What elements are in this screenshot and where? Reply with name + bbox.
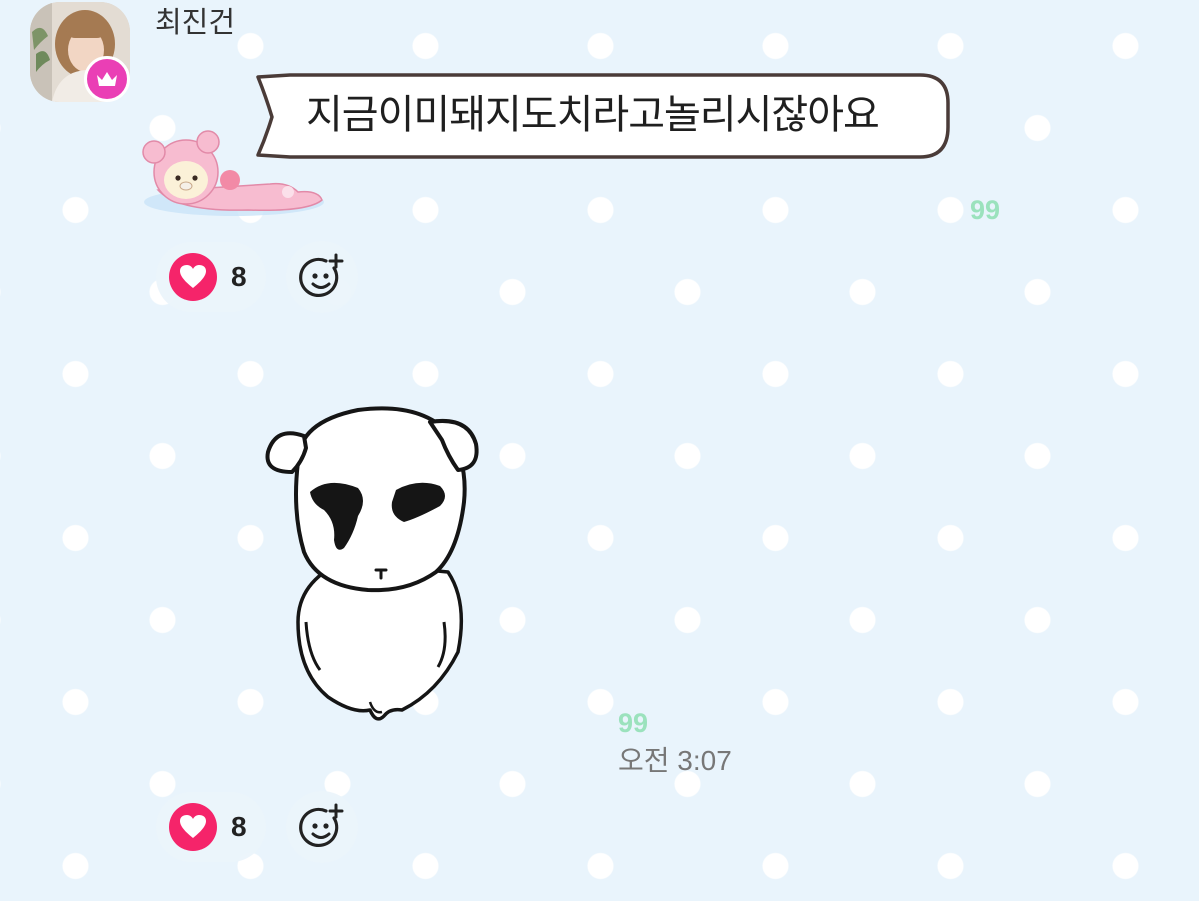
heart-icon — [180, 815, 206, 838]
add-reaction-button[interactable] — [286, 791, 358, 863]
like-count: 8 — [231, 811, 247, 842]
like-reaction[interactable]: 8 — [156, 792, 266, 862]
crown-icon — [97, 72, 117, 86]
read-count: 99 — [970, 195, 1001, 225]
crown-badge — [84, 56, 130, 102]
dog-sticker[interactable] — [258, 392, 488, 732]
bear-sticker — [142, 130, 324, 216]
add-reaction-button[interactable] — [286, 241, 358, 313]
like-count: 8 — [231, 261, 247, 292]
heart-badge — [169, 253, 217, 301]
message-text: 지금이미돼지도치라고놀리시잖아요 — [306, 92, 880, 138]
read-count: 99 — [618, 708, 649, 738]
heart-icon — [180, 265, 206, 288]
like-reaction[interactable]: 8 — [156, 242, 266, 312]
add-emoji-icon — [299, 253, 344, 298]
message-bubble[interactable]: 지금이미돼지도치라고놀리시잖아요 — [244, 67, 954, 165]
heart-badge — [169, 803, 217, 851]
sender-name[interactable]: 최진건 — [155, 3, 235, 43]
add-emoji-icon — [299, 803, 344, 848]
message-time: 오전 3:07 — [618, 745, 732, 776]
